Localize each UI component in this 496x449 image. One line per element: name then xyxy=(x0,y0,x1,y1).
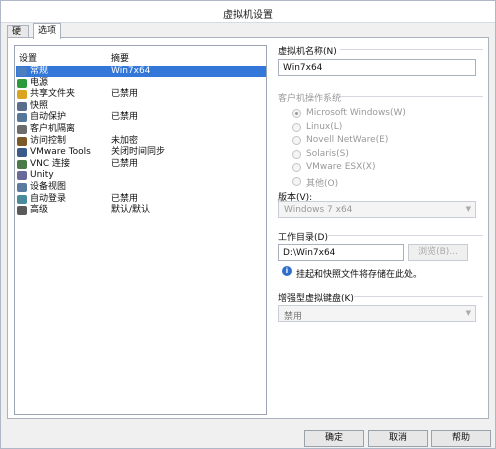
list-item[interactable]: 电源 xyxy=(16,78,266,89)
list-item[interactable]: 高级 默认/默认 xyxy=(16,205,266,216)
general-icon xyxy=(17,67,27,76)
list-item-name: 自动登录 xyxy=(30,193,67,204)
guest-os-option-label: Novell NetWare(E) xyxy=(306,135,389,146)
list-item[interactable]: 访问控制 未加密 xyxy=(16,136,266,147)
window-title: 虚拟机设置 xyxy=(223,10,273,21)
guest-os-label: 客户机操作系统 xyxy=(278,94,342,104)
list-item[interactable]: VNC 连接 已禁用 xyxy=(16,159,266,170)
chevron-down-icon: ▼ xyxy=(465,205,471,213)
list-item[interactable]: 自动登录 已禁用 xyxy=(16,194,266,205)
access-control-icon xyxy=(17,136,27,146)
list-item[interactable]: Unity xyxy=(16,170,266,181)
vm-name-group: 虚拟机名称(N) Win7x64 xyxy=(278,44,483,84)
browse-button[interactable]: 浏览(B)... xyxy=(408,244,468,261)
keyboard-group: 增强型虚拟键盘(K) 禁用 ▼ xyxy=(278,291,483,331)
list-item-summary: 已禁用 xyxy=(111,193,139,204)
list-item-summary: Win7x64 xyxy=(111,66,151,76)
list-item[interactable]: 快照 xyxy=(16,101,266,112)
device-view-icon xyxy=(17,183,27,192)
list-item-name: VNC 连接 xyxy=(30,158,71,169)
radio-button-icon xyxy=(292,163,301,173)
radio-button-icon xyxy=(292,122,301,132)
list-item[interactable]: 自动保护 已禁用 xyxy=(16,112,266,123)
info-icon: i xyxy=(282,266,292,276)
chevron-down-icon: ▼ xyxy=(465,309,471,317)
keyboard-label: 增强型虚拟键盘(K) xyxy=(278,294,354,304)
list-item-name: 常规 xyxy=(30,66,49,76)
cancel-button[interactable]: 取消 xyxy=(368,430,428,447)
autoprotect-icon xyxy=(17,113,27,123)
list-item-name: 共享文件夹 xyxy=(30,89,76,100)
vnc-icon xyxy=(17,159,27,169)
working-dir-group: 工作目录(D) D:\Win7x64 浏览(B)... i 挂起和快照文件将存储… xyxy=(278,230,483,285)
list-item-summary: 已禁用 xyxy=(111,158,139,169)
settings-list[interactable]: 设置 摘要 常规 Win7x64 电源 共享文件夹 已禁用 快照 自动保护 已禁用 客户机隔离访… xyxy=(14,45,267,415)
list-item-summary: 关闭时间同步 xyxy=(111,147,166,158)
advanced-icon xyxy=(17,206,27,216)
vm-name-input[interactable]: Win7x64 xyxy=(278,59,476,76)
radio-button-icon xyxy=(292,136,301,146)
tab-options[interactable]: 选项 xyxy=(33,23,61,39)
list-item[interactable]: 客户机隔离 xyxy=(16,124,266,135)
list-item[interactable]: VMware Tools 关闭时间同步 xyxy=(16,147,266,158)
list-item-name: VMware Tools xyxy=(30,147,91,158)
working-dir-info-text: 挂起和快照文件将存储在此处。 xyxy=(296,270,423,280)
power-icon xyxy=(17,78,27,88)
ok-button[interactable]: 确定 xyxy=(304,430,364,447)
list-item-name: 快照 xyxy=(30,100,49,111)
title-bar: 虚拟机设置 xyxy=(1,1,495,23)
list-item-summary: 已禁用 xyxy=(111,112,139,123)
guest-os-group: 客户机操作系统 Microsoft Windows(W) Linux(L) Nove… xyxy=(278,91,483,221)
working-dir-label: 工作目录(D) xyxy=(278,233,328,243)
list-item-name: 电源 xyxy=(30,77,49,88)
version-value: Windows 7 x64 xyxy=(284,205,353,215)
radio-button-icon xyxy=(292,109,301,118)
guest-os-option-label: Linux(L) xyxy=(306,121,343,132)
list-item[interactable]: 常规 Win7x64 xyxy=(16,66,266,77)
guest-os-option-label: VMware ESX(X) xyxy=(306,162,376,173)
snapshot-icon xyxy=(17,101,27,111)
list-item[interactable]: 设备视图 xyxy=(16,182,266,193)
list-item-summary: 已禁用 xyxy=(111,89,139,100)
list-item-name: Unity xyxy=(30,170,54,181)
list-item-name: 自动保护 xyxy=(30,112,67,123)
list-item-name: 设备视图 xyxy=(30,182,67,192)
column-header-setting: 设置 xyxy=(19,54,38,64)
list-item-summary: 未加密 xyxy=(111,135,139,146)
guest-os-option-label: Solaris(S) xyxy=(306,148,349,159)
working-dir-input[interactable]: D:\Win7x64 xyxy=(278,244,404,261)
vmware-tools-icon xyxy=(17,148,27,158)
vm-name-label: 虚拟机名称(N) xyxy=(278,47,337,57)
list-item[interactable]: 共享文件夹 已禁用 xyxy=(16,89,266,100)
keyboard-value: 禁用 xyxy=(284,312,303,322)
guest-os-option-label: 其他(O) xyxy=(306,179,339,189)
shared-folder-icon xyxy=(17,90,27,100)
unity-icon xyxy=(17,171,27,181)
autologon-icon xyxy=(17,194,27,204)
vm-settings-window: 虚拟机设置 硬件 选项 设置 摘要 常规Win7x64电源共享文件夹已禁用快照自… xyxy=(0,0,496,449)
version-select[interactable]: Windows 7 x64 ▼ xyxy=(278,201,476,218)
list-header: 设置 摘要 xyxy=(15,46,266,64)
guest-os-option-label: Microsoft Windows(W) xyxy=(306,108,406,118)
guest-isolation-icon xyxy=(17,125,27,134)
keyboard-select[interactable]: 禁用 ▼ xyxy=(278,305,476,322)
list-item-summary: 默认/默认 xyxy=(111,205,151,216)
radio-button-icon xyxy=(292,149,301,159)
column-header-summary: 摘要 xyxy=(111,54,130,64)
radio-button-icon xyxy=(292,177,301,186)
help-button[interactable]: 帮助 xyxy=(431,430,491,447)
list-item-name: 高级 xyxy=(30,205,49,216)
list-item-name: 客户机隔离 xyxy=(30,124,76,134)
list-item-name: 访问控制 xyxy=(30,135,67,146)
options-panel: 设置 摘要 常规 Win7x64 电源 共享文件夹 已禁用 快照 自动保护 已禁用 客户机隔离访… xyxy=(7,37,489,419)
